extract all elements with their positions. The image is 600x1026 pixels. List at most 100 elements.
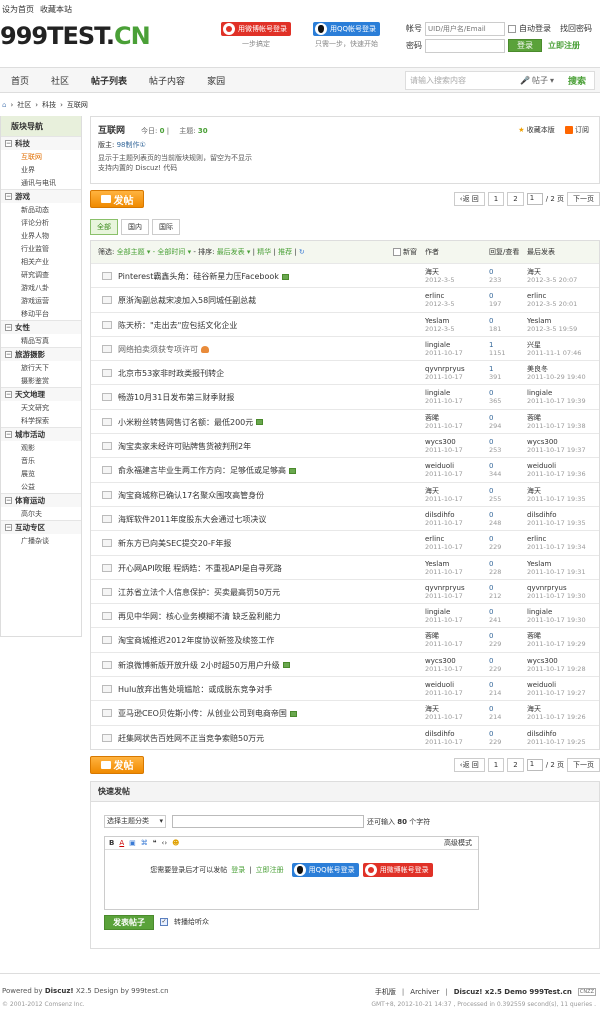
sidebar-group[interactable]: − 女性 bbox=[1, 320, 81, 334]
sidebar-item[interactable]: 通讯与电讯 bbox=[1, 176, 81, 189]
last-post-time[interactable]: 2011-10-17 19:28 bbox=[527, 665, 586, 673]
qq-login-button[interactable]: 用QQ帐号登录 bbox=[313, 22, 381, 36]
thread-replies[interactable]: 0 bbox=[489, 584, 501, 592]
collapse-icon[interactable]: − bbox=[5, 497, 12, 504]
sidebar-item[interactable]: 行业监管 bbox=[1, 242, 81, 255]
forgot-password-link[interactable]: 找回密码 bbox=[560, 23, 592, 34]
set-home-link[interactable]: 设为首页 bbox=[2, 4, 34, 15]
sidebar-item[interactable]: 互联网 bbox=[1, 150, 81, 163]
home-icon[interactable]: ⌂ bbox=[2, 101, 6, 109]
thread-title[interactable]: Hulu放弃出售处境尴尬：或成脱东竞争对手 bbox=[118, 684, 272, 695]
thread-icon[interactable] bbox=[102, 344, 112, 353]
editor[interactable]: B A ▣ ⌘ ❝ ‹› ☻ 高级模式 您需要登录后才可以发帖 登录 | 立即注… bbox=[104, 835, 479, 910]
thread-author[interactable]: 海天 bbox=[425, 705, 463, 713]
last-post-time[interactable]: 2011-10-17 19:31 bbox=[527, 568, 586, 576]
sidebar-item[interactable]: 摄影鉴赏 bbox=[1, 374, 81, 387]
last-poster[interactable]: Yeslam bbox=[527, 317, 577, 325]
last-poster[interactable]: lingiale bbox=[527, 608, 586, 616]
sidebar-item[interactable]: 高尔夫 bbox=[1, 507, 81, 520]
bold-icon[interactable]: B bbox=[109, 839, 114, 847]
filter-all-time[interactable]: 全部时间 ▾ bbox=[157, 248, 191, 256]
filter-digest[interactable]: 精华 bbox=[257, 248, 271, 256]
thread-author[interactable]: wycs300 bbox=[425, 657, 463, 665]
thread-title[interactable]: 淘宝卖家未经许可贴牌售货被判刑2年 bbox=[118, 441, 251, 452]
image-icon[interactable]: ▣ bbox=[129, 839, 136, 847]
last-poster[interactable]: Yeslam bbox=[527, 560, 586, 568]
thread-author[interactable]: 蓉晞 bbox=[425, 414, 463, 422]
last-post-time[interactable]: 2011-10-17 19:35 bbox=[527, 519, 586, 527]
last-post-time[interactable]: 2012-3-5 20:07 bbox=[527, 276, 577, 284]
nav-home-space[interactable]: 家园 bbox=[196, 74, 236, 87]
last-post-time[interactable]: 2012-3-5 20:01 bbox=[527, 300, 577, 308]
thread-title[interactable]: 再见中华网：核心业务模糊不清 缺乏盈利能力 bbox=[118, 611, 281, 622]
breadcrumb-community[interactable]: 社区 bbox=[17, 100, 31, 110]
last-post-time[interactable]: 2011-10-17 19:30 bbox=[527, 616, 586, 624]
last-poster[interactable]: dilsdihfo bbox=[527, 511, 586, 519]
thread-title[interactable]: 新浪微博新版开放升级 2小时超50万用户升级 bbox=[118, 660, 290, 671]
link-icon[interactable]: ⌘ bbox=[141, 839, 148, 847]
last-post-time[interactable]: 2011-10-17 19:26 bbox=[527, 713, 586, 721]
last-post-time[interactable]: 2011-10-17 19:25 bbox=[527, 738, 586, 746]
sidebar-item[interactable]: 游戏八卦 bbox=[1, 281, 81, 294]
thread-replies[interactable]: 1 bbox=[489, 341, 506, 349]
thread-title[interactable]: 赶集网状告百姓网不正当竞争索赔50万元 bbox=[118, 733, 264, 744]
site-logo[interactable]: 999TEST.CN bbox=[0, 22, 151, 50]
thread-title[interactable]: 淘宝商城称已确认17名聚众围攻高管身份 bbox=[118, 490, 264, 501]
search-button[interactable]: 搜索 bbox=[560, 74, 594, 87]
last-poster[interactable]: weiduoli bbox=[527, 681, 586, 689]
sidebar-item[interactable]: 精品写真 bbox=[1, 334, 81, 347]
thread-author[interactable]: weiduoli bbox=[425, 462, 463, 470]
sidebar-item[interactable]: 音乐 bbox=[1, 454, 81, 467]
thread-icon[interactable] bbox=[102, 490, 112, 499]
thread-replies[interactable]: 0 bbox=[489, 681, 501, 689]
sidebar-item[interactable]: 业界人物 bbox=[1, 229, 81, 242]
sidebar-item[interactable]: 展览 bbox=[1, 467, 81, 480]
collapse-icon[interactable]: − bbox=[5, 140, 12, 147]
thread-author[interactable]: lingiale bbox=[425, 389, 463, 397]
thread-author[interactable]: 蓉晞 bbox=[425, 632, 463, 640]
nav-thread-list[interactable]: 帖子列表 bbox=[80, 74, 138, 87]
last-poster[interactable]: wycs300 bbox=[527, 438, 586, 446]
filter-recommend[interactable]: 推荐 bbox=[278, 248, 292, 256]
thread-title[interactable]: 俞永福建言毕业生两工作方向：足够低或足够高 bbox=[118, 465, 296, 476]
sidebar-group[interactable]: − 游戏 bbox=[1, 189, 81, 203]
thread-icon[interactable] bbox=[102, 272, 112, 280]
mobile-link[interactable]: 手机版 bbox=[375, 987, 396, 997]
thread-title[interactable]: 海辉软件2011年度股东大会通过七项决议 bbox=[118, 514, 266, 525]
thread-author[interactable]: weiduoli bbox=[425, 681, 463, 689]
thread-replies[interactable]: 0 bbox=[489, 608, 501, 616]
sidebar-item[interactable]: 移动平台 bbox=[1, 307, 81, 320]
thread-author[interactable]: dilsdihfo bbox=[425, 511, 463, 519]
thread-title[interactable]: 小米粉丝转售网售订名额：最低200元 bbox=[118, 417, 264, 428]
thread-icon[interactable] bbox=[102, 612, 112, 621]
thread-author[interactable]: qyvnrpryus bbox=[425, 365, 465, 373]
thread-author[interactable]: 海天 bbox=[425, 487, 463, 495]
thread-title[interactable]: 陈天桥："走出去"应包括文化企业 bbox=[118, 320, 237, 331]
last-post-time[interactable]: 2011-11-1 07:46 bbox=[527, 349, 581, 357]
thread-replies[interactable]: 0 bbox=[489, 511, 501, 519]
refresh-icon[interactable]: ↻ bbox=[299, 248, 305, 256]
register-link[interactable]: 立即注册 bbox=[548, 40, 580, 51]
thread-icon[interactable] bbox=[102, 296, 112, 305]
sidebar-item[interactable]: 业界 bbox=[1, 163, 81, 176]
last-poster[interactable]: dilsdihfo bbox=[527, 730, 586, 738]
page-input[interactable]: 1 bbox=[526, 193, 543, 205]
thread-replies[interactable]: 0 bbox=[489, 487, 501, 495]
last-post-time[interactable]: 2011-10-29 19:40 bbox=[527, 373, 586, 381]
last-post-time[interactable]: 2011-10-17 19:27 bbox=[527, 689, 586, 697]
thread-replies[interactable]: 0 bbox=[489, 462, 501, 470]
auto-login-checkbox[interactable] bbox=[508, 24, 516, 33]
thread-title[interactable]: 原浙淘副总裁宋凌加入58同城任副总裁 bbox=[118, 295, 256, 306]
thread-icon[interactable] bbox=[102, 636, 112, 645]
thread-icon[interactable] bbox=[102, 733, 112, 742]
last-poster[interactable]: erlinc bbox=[527, 292, 577, 300]
tab-domestic[interactable]: 国内 bbox=[121, 219, 149, 235]
submit-post-button[interactable]: 发表帖子 bbox=[104, 914, 154, 930]
last-poster[interactable]: 海天 bbox=[527, 705, 586, 713]
new-post-button-bottom[interactable]: 发帖 bbox=[90, 755, 144, 774]
collapse-icon[interactable]: − bbox=[5, 431, 12, 438]
bookmark-site-link[interactable]: 收藏本站 bbox=[40, 4, 72, 15]
sidebar-item[interactable]: 评论分析 bbox=[1, 216, 81, 229]
thread-title[interactable]: 开心网API吹眠 程炳皓：不重视API是自寻死路 bbox=[118, 563, 282, 574]
bookmark-forum-button[interactable]: ★ 收藏本版 bbox=[518, 125, 555, 135]
